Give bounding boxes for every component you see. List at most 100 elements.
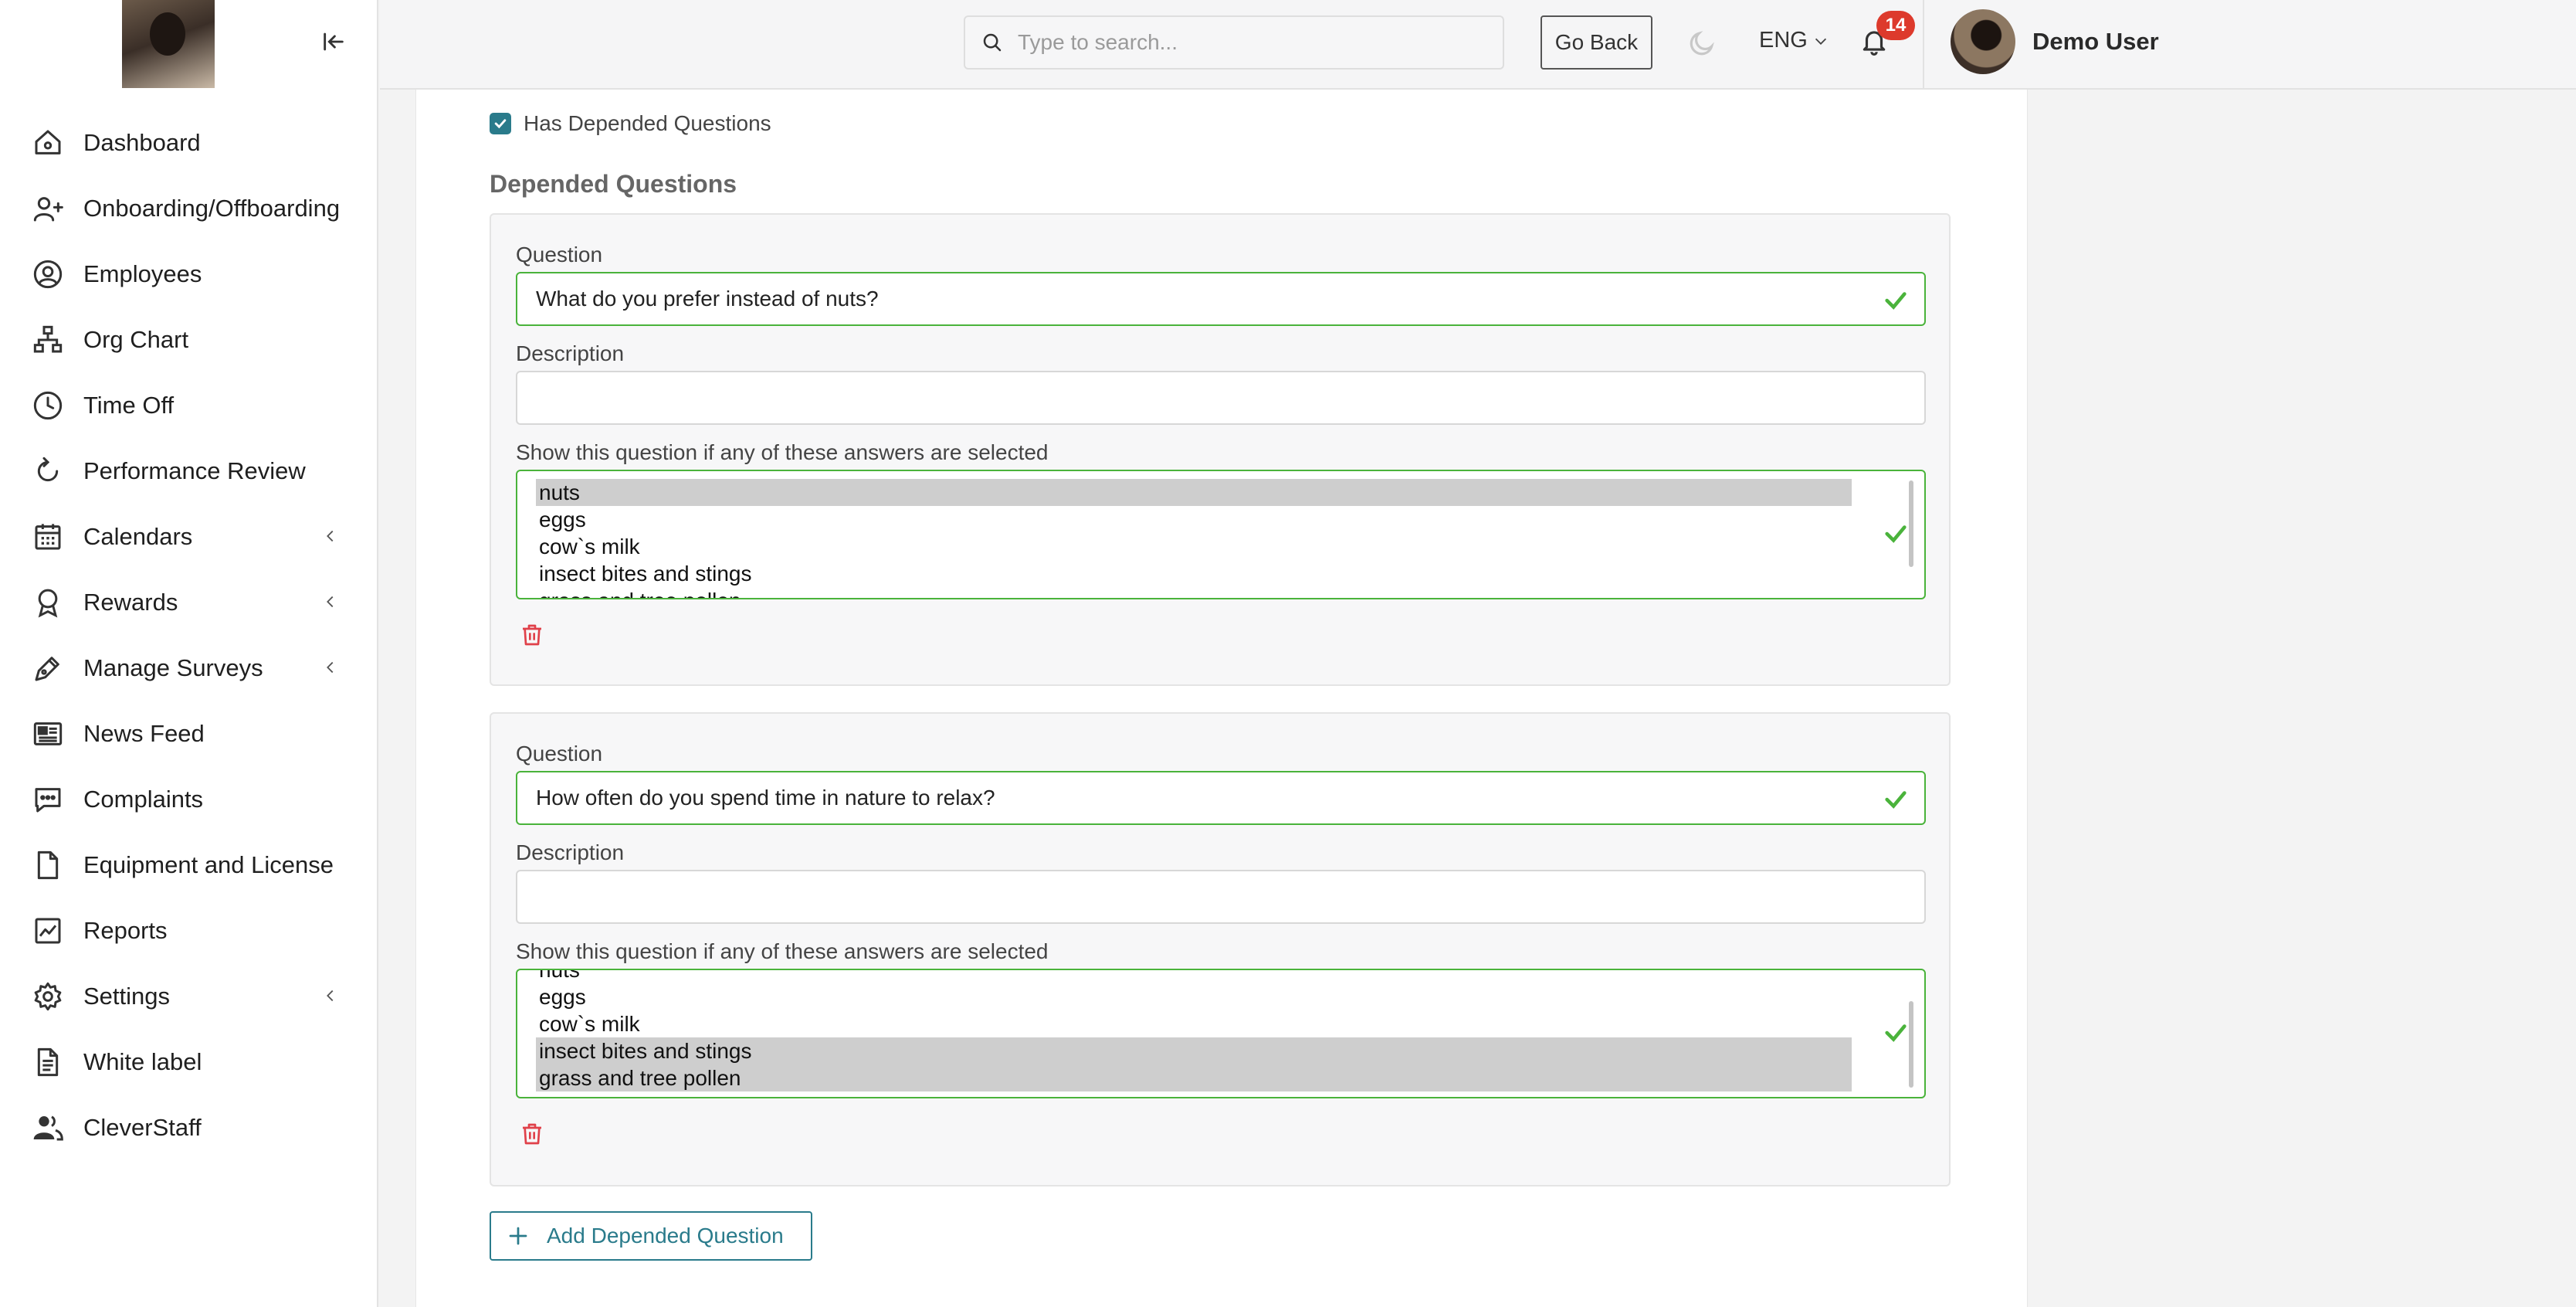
scrollbar[interactable] [1909,480,1913,567]
answer-option[interactable]: grass and tree pollen [536,587,1852,598]
add-button-label: Add Depended Question [547,1224,784,1248]
chevron-down-icon [1812,32,1829,49]
question-label: Question [516,742,603,766]
sidebar-item-label: Time Off [83,391,175,419]
checkmark-icon [494,119,507,129]
pen-icon [31,651,65,685]
answer-option[interactable]: eggs [536,506,1852,533]
answer-option[interactable]: nuts [536,479,1852,506]
document-icon [31,1045,65,1079]
sidebar-item-white-label[interactable]: White label [0,1029,377,1095]
sidebar-item-label: Complaints [83,785,204,813]
sidebar-item-label: White label [83,1047,202,1075]
answer-option[interactable]: grass and tree pollen [536,1064,1852,1091]
valid-check-icon [1885,1024,1907,1042]
language-label: ENG [1759,28,1808,53]
description-input[interactable] [516,870,1926,924]
clock-icon [31,389,65,423]
file-icon [31,848,65,882]
answers-options-list: nuts eggs cow`s milk insect bites and st… [536,479,1852,598]
search-input[interactable] [1018,30,1481,55]
sidebar-item-label: Rewards [83,588,178,616]
show-if-label: Show this question if any of these answe… [516,939,1049,963]
sidebar-item-equipment[interactable]: Equipment and License [0,832,377,898]
scrollbar[interactable] [1909,1001,1913,1088]
plus-icon [507,1224,530,1248]
search-box[interactable] [964,15,1504,70]
answer-option[interactable]: insect bites and stings [536,1037,1852,1064]
sidebar-item-label: Org Chart [83,325,189,353]
sidebar-item-label: Dashboard [83,128,201,156]
sidebar-item-complaints[interactable]: Complaints [0,766,377,832]
description-input[interactable] [516,371,1926,425]
question-input[interactable]: How often do you spend time in nature to… [516,771,1926,825]
sidebar-item-settings[interactable]: Settings [0,963,377,1029]
depended-question-card: Question What do you prefer instead of n… [490,213,1951,686]
chevron-left-icon [320,525,341,547]
delete-question-button[interactable] [519,620,545,650]
answer-option[interactable]: nuts [536,970,1852,983]
go-back-button[interactable]: Go Back [1541,15,1652,70]
answers-multiselect[interactable]: nuts eggs cow`s milk insect bites and st… [516,470,1926,599]
checkbox-checked[interactable] [490,113,511,134]
chevron-left-icon [320,591,341,613]
answer-option[interactable]: insect bites and stings [536,560,1852,587]
valid-check-icon [1885,292,1907,310]
trash-icon [523,1123,541,1145]
sidebar-item-label: Settings [83,982,171,1010]
add-depended-question-button[interactable]: Add Depended Question [490,1211,812,1261]
sidebar-item-cleverstaff[interactable]: CleverStaff [0,1095,377,1160]
avatar[interactable] [1951,9,2015,74]
collapse-left-icon [324,32,344,51]
sidebar-item-dashboard[interactable]: Dashboard [0,110,377,175]
sidebar-item-rewards[interactable]: Rewards [0,569,377,635]
newspaper-icon [31,717,65,751]
home-icon [31,126,65,160]
header-divider [1923,0,1924,90]
refresh-icon [31,454,65,488]
calendar-icon [31,520,65,554]
question-value: How often do you spend time in nature to… [536,786,995,810]
answer-option[interactable]: eggs [536,983,1852,1010]
sidebar-item-calendars[interactable]: Calendars [0,504,377,569]
chat-icon [31,783,65,816]
notification-badge: 14 [1876,11,1915,40]
sidebar-item-onboarding[interactable]: Onboarding/Offboarding [0,175,377,241]
sidebar-item-manage-surveys[interactable]: Manage Surveys [0,635,377,701]
sidebar-item-label: CleverStaff [83,1113,202,1141]
language-selector[interactable]: ENG [1759,28,1829,53]
sidebar-item-news-feed[interactable]: News Feed [0,701,377,766]
sidebar-item-label: News Feed [83,719,205,747]
sidebar-item-org-chart[interactable]: Org Chart [0,307,377,372]
theme-toggle[interactable] [1683,25,1720,62]
answer-option[interactable]: cow`s milk [536,1010,1852,1037]
chevron-left-icon [320,657,341,678]
valid-check-icon [1885,525,1907,543]
moon-icon [1690,31,1714,56]
sidebar-item-label: Onboarding/Offboarding [83,194,341,222]
question-input[interactable]: What do you prefer instead of nuts? [516,272,1926,326]
depended-question-card: Question How often do you spend time in … [490,712,1951,1186]
description-label: Description [516,840,625,864]
answers-multiselect[interactable]: nuts eggs cow`s milk insect bites and st… [516,969,1926,1098]
sidebar-item-employees[interactable]: Employees [0,241,377,307]
description-label: Description [516,341,625,365]
sidebar-nav: Dashboard Onboarding/Offboarding Employe… [0,110,377,1160]
company-logo [122,0,215,88]
answer-option[interactable]: cow`s milk [536,533,1852,560]
chevron-left-icon [320,985,341,1007]
sidebar-item-label: Reports [83,916,168,944]
section-title: Depended Questions [490,170,737,198]
delete-question-button[interactable] [519,1119,545,1149]
user-name[interactable]: Demo User [2032,28,2159,56]
sidebar-item-reports[interactable]: Reports [0,898,377,963]
sidebar-item-label: Performance Review [83,457,306,484]
sidebar-item-performance-review[interactable]: Performance Review [0,438,377,504]
has-depended-questions-checkbox[interactable]: Has Depended Questions [490,111,771,136]
collapse-sidebar-button[interactable] [318,26,349,57]
sidebar-item-label: Manage Surveys [83,654,263,681]
show-if-label: Show this question if any of these answe… [516,440,1049,464]
user-circle-icon [31,257,65,291]
award-icon [31,586,65,620]
sidebar-item-time-off[interactable]: Time Off [0,372,377,438]
